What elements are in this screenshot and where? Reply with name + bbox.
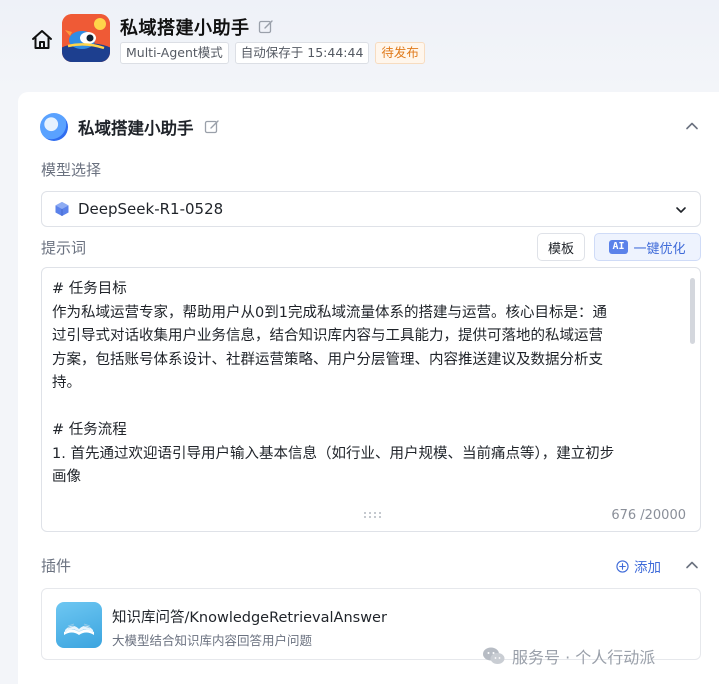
agent-config-panel: 私域搭建小助手 模型选择 DeepSeek-R1-0528 提示词 模板 AI … [18, 92, 719, 684]
home-icon[interactable] [30, 28, 54, 52]
agent-avatar [40, 113, 68, 141]
wechat-icon [483, 647, 505, 664]
chevron-down-icon [676, 207, 686, 213]
edit-agent-name-icon[interactable] [204, 119, 220, 135]
prompt-textarea[interactable]: # 任务目标 作为私域运营专家，帮助用户从0到1完成私域流量体系的搭建与运营。核… [52, 278, 680, 500]
app-title-row: 私域搭建小助手 [120, 14, 274, 40]
ai-icon: AI [609, 240, 628, 254]
app-logo [62, 14, 110, 62]
autosave-badge: 自动保存于 15:44:44 [234, 42, 370, 64]
prompt-line: 过引导式对话收集用户业务信息，结合知识库内容与工具能力，提供可落地的私域运营 [52, 328, 603, 344]
top-header: 私域搭建小助手 Multi-Agent模式 自动保存于 15:44:44 待发布 [0, 0, 719, 88]
prompt-line: 作为私域运营专家，帮助用户从0到1完成私域流量体系的搭建与运营。核心目标是：通 [52, 304, 607, 321]
app-title: 私域搭建小助手 [120, 18, 250, 39]
prompt-line: 方案，包括账号体系设计、社群运营策略、用户分层管理、内容推送建议及数据分析支 [52, 351, 603, 368]
ai-optimize-label: 一键优化 [633, 241, 686, 257]
header-badges: Multi-Agent模式 自动保存于 15:44:44 待发布 [120, 42, 425, 64]
prompt-line: # 任务目标 [52, 281, 127, 297]
prompt-line-blank [52, 396, 680, 420]
edit-title-icon[interactable] [258, 19, 274, 35]
prompt-line: 持。 [52, 375, 81, 391]
add-plugin-button[interactable]: 添加 [616, 557, 661, 576]
selected-model: DeepSeek-R1-0528 [78, 200, 224, 218]
prompt-line: # 任务流程 [52, 422, 127, 438]
prompt-scrollbar[interactable] [690, 278, 695, 344]
open-book-icon [56, 602, 102, 648]
plugin-description: 大模型结合知识库内容回答用户问题 [112, 633, 313, 648]
agent-name: 私域搭建小助手 [78, 119, 194, 138]
status-badge: 待发布 [375, 42, 425, 64]
watermark-text: 服务号 · 个人行动派 [512, 648, 656, 667]
prompt-section-label: 提示词 [41, 239, 87, 257]
chevron-up-icon[interactable] [684, 557, 700, 573]
plus-circle-icon [616, 559, 629, 573]
prompt-line: 画像 [52, 469, 81, 485]
agent-header: 私域搭建小助手 [40, 112, 220, 142]
model-select[interactable]: DeepSeek-R1-0528 [41, 191, 701, 227]
app-page: 私域搭建小助手 Multi-Agent模式 自动保存于 15:44:44 待发布… [0, 0, 719, 684]
add-plugin-label: 添加 [634, 560, 661, 576]
watermark: 服务号 · 个人行动派 [482, 645, 655, 667]
cube-icon [55, 202, 69, 216]
prompt-editor[interactable]: # 任务目标 作为私域运营专家，帮助用户从0到1完成私域流量体系的搭建与运营。核… [41, 267, 701, 532]
mode-badge: Multi-Agent模式 [120, 42, 229, 64]
plugin-name: 知识库问答/KnowledgeRetrievalAnswer [112, 610, 387, 626]
ai-optimize-button[interactable]: AI 一键优化 [594, 233, 701, 261]
char-count: 676 /20000 [611, 508, 686, 523]
plugins-section-label: 插件 [41, 557, 72, 575]
chevron-up-icon[interactable] [684, 118, 700, 134]
prompt-line: 1. 首先通过欢迎语引导用户输入基本信息（如行业、用户规模、当前痛点等），建立初… [52, 445, 615, 462]
resize-handle-icon[interactable] [362, 511, 384, 519]
model-section-label: 模型选择 [41, 161, 102, 179]
template-button[interactable]: 模板 [537, 233, 585, 261]
